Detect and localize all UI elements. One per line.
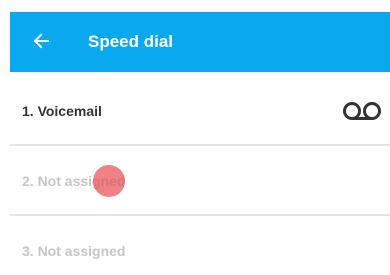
speed-dial-item-label: 1. Voicemail	[22, 103, 102, 119]
speed-dial-list: 1. Voicemail 2. Not assigned 3. Not assi…	[10, 76, 390, 275]
speed-dial-item-2[interactable]: 2. Not assigned	[10, 146, 390, 216]
speed-dial-screen: Speed dial 1. Voicemail 2. Not assigned …	[0, 0, 390, 275]
touch-indicator	[93, 165, 125, 197]
arrow-left-icon	[33, 33, 49, 49]
speed-dial-item-1[interactable]: 1. Voicemail	[10, 76, 390, 146]
voicemail-icon	[343, 102, 381, 120]
speed-dial-item-label: 3. Not assigned	[22, 243, 126, 259]
back-button[interactable]	[27, 26, 55, 56]
page-title: Speed dial	[88, 32, 174, 51]
speed-dial-item-3[interactable]: 3. Not assigned	[10, 216, 390, 275]
app-bar: Speed dial	[10, 12, 390, 72]
